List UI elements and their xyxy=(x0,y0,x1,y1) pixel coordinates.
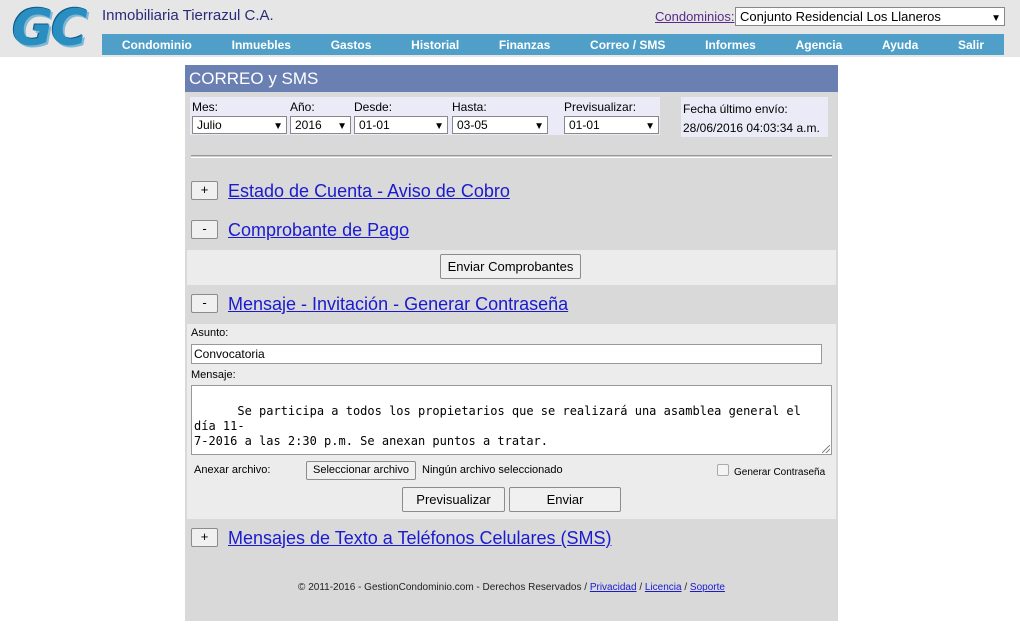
anio-label: Año: xyxy=(290,100,315,114)
correo-sms-panel: CORREO y SMS Mes: Julio ▼ Año: 2016 ▼ De… xyxy=(185,65,838,621)
collapse-button[interactable]: - xyxy=(191,294,218,313)
asunto-input[interactable]: Convocatoria xyxy=(191,344,822,364)
top-header: GC Inmobiliaria Tierrazul C.A. Condomini… xyxy=(0,0,1020,57)
soporte-link[interactable]: Soporte xyxy=(690,582,725,593)
section-sms: + Mensajes de Texto a Teléfonos Celulare… xyxy=(191,527,831,549)
gc-logo[interactable]: GC xyxy=(12,0,92,56)
desde-label: Desde: xyxy=(354,100,393,114)
collapse-button[interactable]: - xyxy=(191,220,218,239)
last-send-value: 28/06/2016 04:03:34 a.m. xyxy=(683,121,820,135)
footer-copyright: © 2011-2016 - GestionCondominio.com - De… xyxy=(298,582,588,593)
nav-salir[interactable]: Salir xyxy=(958,38,984,52)
licencia-link[interactable]: Licencia xyxy=(645,582,682,593)
chevron-down-icon: ▼ xyxy=(273,121,283,132)
previsualizar-button[interactable]: Previsualizar xyxy=(402,487,505,512)
section-link-mensaje[interactable]: Mensaje - Invitación - Generar Contraseñ… xyxy=(228,293,568,315)
nav-ayuda[interactable]: Ayuda xyxy=(882,38,918,52)
section-link-estado-cuenta[interactable]: Estado de Cuenta - Aviso de Cobro xyxy=(228,180,510,202)
desde-value: 01-01 xyxy=(359,118,390,132)
hasta-value: 03-05 xyxy=(457,118,488,132)
section-mensaje: - Mensaje - Invitación - Generar Contras… xyxy=(191,293,831,315)
resize-grip-icon[interactable] xyxy=(822,445,830,453)
asunto-label: Asunto: xyxy=(191,327,229,339)
section-link-comprobante-pago[interactable]: Comprobante de Pago xyxy=(228,219,409,241)
anio-value: 2016 xyxy=(295,118,322,132)
condominio-select-value: Conjunto Residencial Los Llaneros xyxy=(740,9,941,24)
mensaje-box: Asunto: Convocatoria Mensaje: Se partici… xyxy=(187,324,836,519)
condominio-select[interactable]: Conjunto Residencial Los Llaneros ▼ xyxy=(735,7,1005,26)
expand-button[interactable]: + xyxy=(191,528,218,547)
condominios-link[interactable]: Condominios: xyxy=(655,9,735,24)
company-name: Inmobiliaria Tierrazul C.A. xyxy=(102,7,274,24)
mes-label: Mes: xyxy=(192,100,219,114)
footer-sep: / xyxy=(639,582,643,593)
mes-select[interactable]: Julio ▼ xyxy=(192,116,287,134)
footer: © 2011-2016 - GestionCondominio.com - De… xyxy=(185,582,838,593)
nav-gastos[interactable]: Gastos xyxy=(331,38,372,52)
chevron-down-icon: ▼ xyxy=(991,13,1001,24)
anio-select[interactable]: 2016 ▼ xyxy=(290,116,351,134)
main-nav: Condominio Inmuebles Gastos Historial Fi… xyxy=(102,34,1004,55)
nav-inmuebles[interactable]: Inmuebles xyxy=(232,38,291,52)
mensaje-text: Se participa a todos los propietarios qu… xyxy=(194,404,801,448)
chevron-down-icon: ▼ xyxy=(434,121,444,132)
nav-historial[interactable]: Historial xyxy=(411,38,459,52)
anexar-label: Anexar archivo: xyxy=(194,464,271,476)
chevron-down-icon: ▼ xyxy=(534,121,544,132)
divider xyxy=(191,155,832,158)
section-estado-cuenta: + Estado de Cuenta - Aviso de Cobro xyxy=(191,180,831,202)
last-send-box: Fecha último envío: 28/06/2016 04:03:34 … xyxy=(681,97,828,137)
expand-button[interactable]: + xyxy=(191,181,218,200)
last-send-label: Fecha último envío: xyxy=(683,102,788,116)
comprobante-box: Enviar Comprobantes xyxy=(187,250,836,285)
enviar-button[interactable]: Enviar xyxy=(509,487,621,512)
section-link-sms[interactable]: Mensajes de Texto a Teléfonos Celulares … xyxy=(228,527,612,549)
previsualizar-label: Previsualizar: xyxy=(564,100,637,114)
chevron-down-icon: ▼ xyxy=(337,121,347,132)
footer-sep: / xyxy=(684,582,688,593)
chevron-down-icon: ▼ xyxy=(645,121,655,132)
nav-informes[interactable]: Informes xyxy=(705,38,756,52)
previsualizar-select[interactable]: 01-01 ▼ xyxy=(564,116,659,134)
nav-condominio[interactable]: Condominio xyxy=(122,38,192,52)
filters-bar: Mes: Julio ▼ Año: 2016 ▼ Desde: 01-01 ▼ … xyxy=(190,97,660,135)
nav-correo-sms[interactable]: Correo / SMS xyxy=(590,38,665,52)
desde-select[interactable]: 01-01 ▼ xyxy=(354,116,448,134)
generar-contrasena-checkbox[interactable] xyxy=(717,464,729,476)
mensaje-textarea[interactable]: Se participa a todos los propietarios qu… xyxy=(191,385,832,455)
file-status: Ningún archivo seleccionado xyxy=(422,464,563,476)
previsualizar-value: 01-01 xyxy=(569,118,600,132)
mensaje-label: Mensaje: xyxy=(191,369,236,381)
privacidad-link[interactable]: Privacidad xyxy=(590,582,637,593)
page-title: CORREO y SMS xyxy=(185,65,838,92)
section-comprobante-pago: - Comprobante de Pago xyxy=(191,219,831,241)
mes-value: Julio xyxy=(197,118,222,132)
hasta-select[interactable]: 03-05 ▼ xyxy=(452,116,548,134)
hasta-label: Hasta: xyxy=(452,100,487,114)
nav-agencia[interactable]: Agencia xyxy=(796,38,843,52)
seleccionar-archivo-button[interactable]: Seleccionar archivo xyxy=(306,461,416,480)
nav-finanzas[interactable]: Finanzas xyxy=(499,38,550,52)
generar-contrasena-label: Generar Contraseña xyxy=(734,467,826,478)
enviar-comprobantes-button[interactable]: Enviar Comprobantes xyxy=(440,254,581,279)
